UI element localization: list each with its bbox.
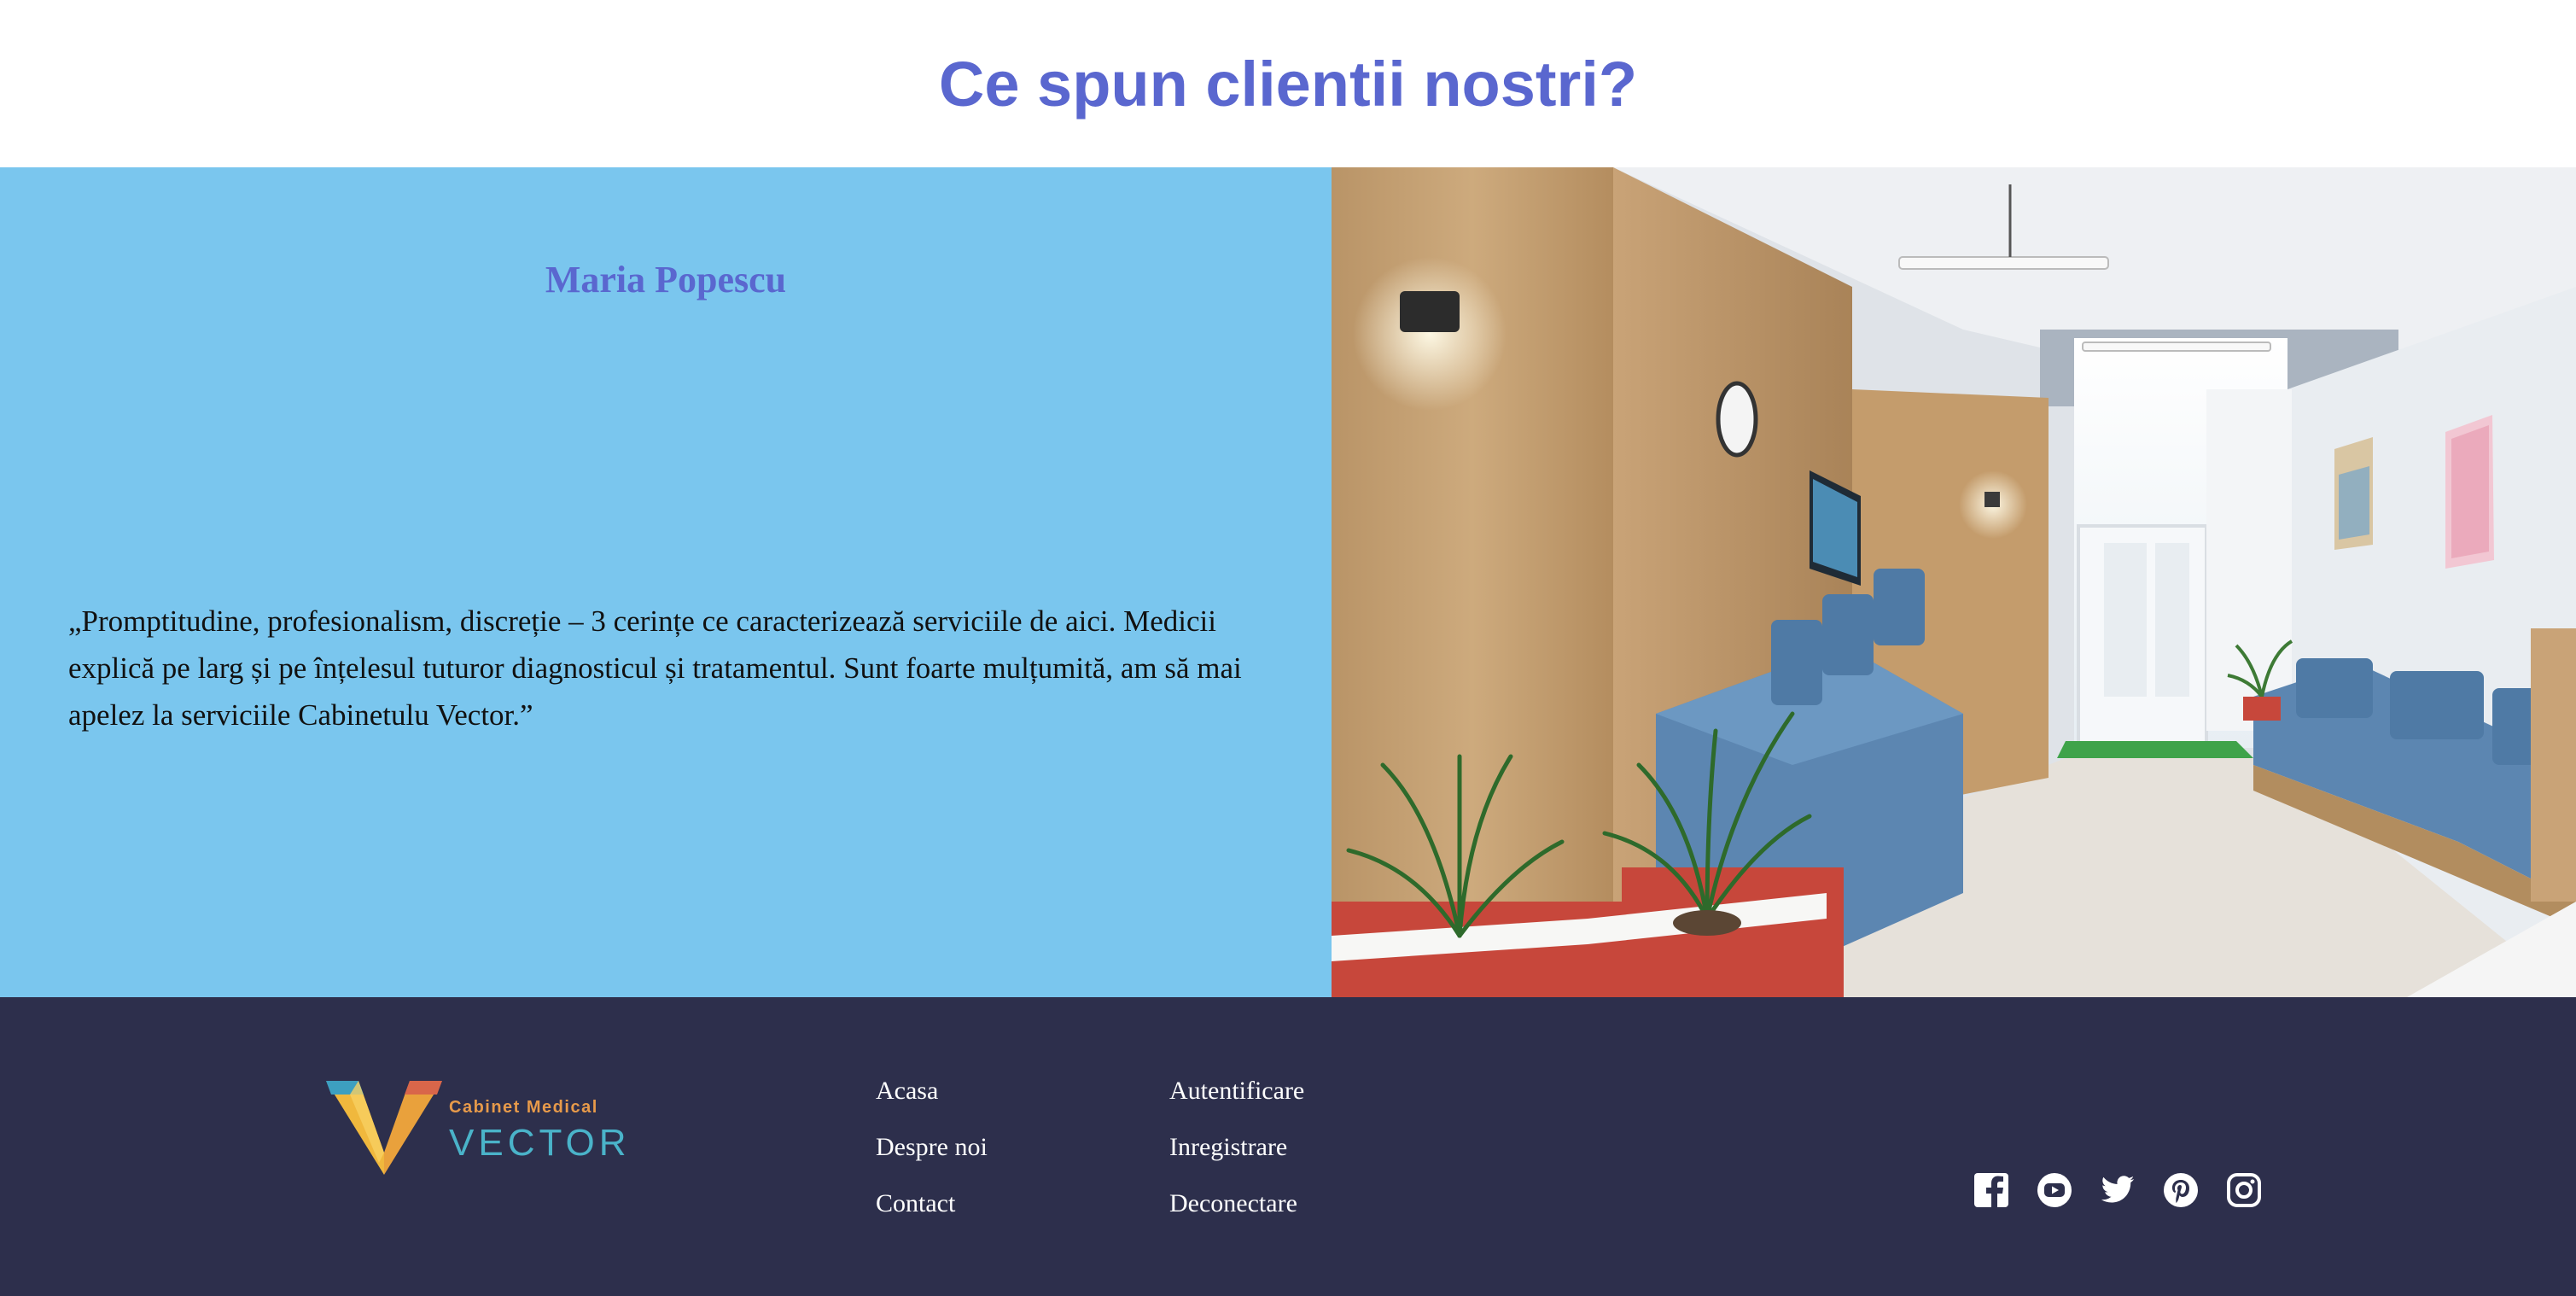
footer-link-despre-noi[interactable]: Despre noi (876, 1132, 988, 1188)
social-links (1973, 1172, 2262, 1208)
logo-name: VECTOR (449, 1122, 631, 1164)
footer: Cabinet Medical VECTOR Acasa Despre noi … (0, 997, 2576, 1296)
testimonial-panel: Maria Popescu „Promptitudine, profesiona… (0, 167, 1332, 997)
testimonial-author: Maria Popescu (545, 259, 787, 301)
footer-link-acasa[interactable]: Acasa (876, 1076, 988, 1132)
footer-link-deconectare[interactable]: Deconectare (1169, 1188, 1304, 1245)
section-heading: Ce spun clientii nostri? (0, 0, 2576, 167)
testimonial-quote: „Promptitudine, profesionalism, discreți… (68, 604, 1242, 732)
facebook-icon[interactable] (1973, 1172, 2009, 1208)
logo-subtitle: Cabinet Medical (449, 1098, 598, 1117)
testimonial-section: Maria Popescu „Promptitudine, profesiona… (0, 167, 2576, 997)
footer-nav-primary: Acasa Despre noi Contact (876, 1076, 988, 1245)
vector-logo-icon (326, 1081, 442, 1175)
pinterest-icon[interactable] (2163, 1172, 2199, 1208)
youtube-icon[interactable] (2037, 1172, 2072, 1208)
footer-link-inregistrare[interactable]: Inregistrare (1169, 1132, 1304, 1188)
footer-link-autentificare[interactable]: Autentificare (1169, 1076, 1304, 1132)
instagram-icon[interactable] (2226, 1172, 2262, 1208)
twitter-icon[interactable] (2100, 1172, 2136, 1208)
clinic-waiting-room-photo (1332, 167, 2576, 997)
footer-logo[interactable]: Cabinet Medical VECTOR (324, 1074, 627, 1185)
footer-link-contact[interactable]: Contact (876, 1188, 988, 1245)
page-title: Ce spun clientii nostri? (938, 48, 1638, 120)
footer-nav-account: Autentificare Inregistrare Deconectare (1169, 1076, 1304, 1245)
